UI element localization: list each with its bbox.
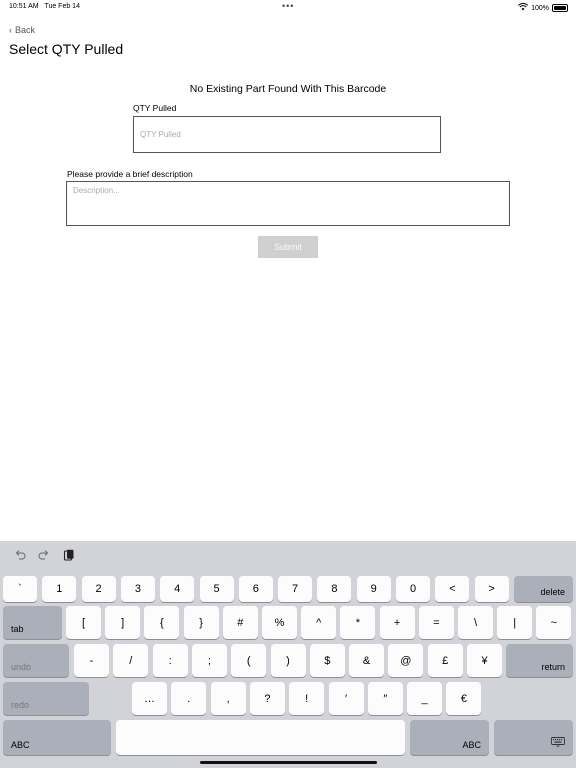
description-label: Please provide a brief description (67, 169, 193, 179)
abc-key-left[interactable]: ABC (3, 720, 111, 755)
key[interactable]: . (171, 682, 207, 715)
key[interactable]: 7 (278, 576, 313, 602)
status-right: 100% (518, 3, 568, 13)
key[interactable]: # (222, 606, 258, 639)
key[interactable]: : (152, 644, 188, 677)
key[interactable]: 2 (81, 576, 116, 602)
key[interactable]: ) (270, 644, 306, 677)
key[interactable]: 5 (199, 576, 234, 602)
key[interactable]: 6 (238, 576, 273, 602)
undo-key[interactable]: undo (3, 644, 69, 677)
key[interactable]: ¥ (467, 644, 502, 677)
wifi-icon (518, 3, 529, 13)
key[interactable]: $ (309, 644, 345, 677)
key[interactable]: ~ (536, 606, 572, 639)
key[interactable]: ? (249, 682, 285, 715)
key[interactable]: ; (191, 644, 227, 677)
redo-key[interactable]: redo (3, 682, 89, 715)
paste-icon[interactable] (63, 549, 75, 565)
status-bar: 10:51 AM Tue Feb 14 ••• 100% (0, 0, 576, 14)
description-input[interactable]: Description... (66, 181, 510, 226)
form-heading: No Existing Part Found With This Barcode (189, 83, 387, 95)
battery-percent: 100% (531, 4, 549, 12)
key[interactable]: < (435, 576, 470, 602)
key[interactable]: 8 (317, 576, 352, 602)
redo-icon[interactable] (38, 549, 50, 563)
key[interactable]: 1 (42, 576, 77, 602)
back-button[interactable]: ‹ Back (9, 25, 35, 35)
return-key[interactable]: return (506, 644, 573, 677)
key[interactable]: = (418, 606, 454, 639)
delete-key[interactable]: delete (514, 576, 573, 602)
key[interactable]: > (474, 576, 509, 602)
key[interactable]: … (132, 682, 167, 715)
battery-icon (552, 4, 568, 12)
abc-key-right[interactable]: ABC (410, 720, 489, 755)
keyboard: ` 1 2 3 4 5 6 7 8 9 0 < > delete tab []{} #% ^ * + = \ | ~ u… (0, 541, 576, 768)
key[interactable]: ( (231, 644, 267, 677)
page-title: Select QTY Pulled (9, 41, 124, 57)
keyboard-hide-icon (551, 737, 565, 750)
status-time: 10:51 AM Tue Feb 14 (9, 3, 80, 10)
key[interactable]: 3 (120, 576, 155, 602)
key[interactable]: 9 (356, 576, 391, 602)
key[interactable]: 0 (396, 576, 430, 602)
tab-key[interactable]: tab (3, 606, 62, 639)
keyboard-dismiss-key[interactable] (494, 720, 573, 755)
key[interactable]: } (183, 606, 219, 639)
key[interactable]: | (497, 606, 533, 639)
key[interactable]: [ (66, 606, 101, 639)
key[interactable]: @ (388, 644, 424, 677)
chevron-left-icon: ‹ (9, 25, 12, 35)
home-indicator[interactable] (200, 761, 377, 764)
key[interactable]: ″ (367, 682, 403, 715)
key[interactable]: ^ (301, 606, 337, 639)
qty-label: QTY Pulled (133, 103, 177, 113)
key[interactable]: \ (458, 606, 493, 639)
qty-input[interactable]: QTY Pulled (133, 116, 441, 153)
description-placeholder: Description... (73, 186, 120, 195)
key[interactable]: - (74, 644, 109, 677)
key[interactable]: ] (105, 606, 141, 639)
key[interactable]: { (144, 606, 180, 639)
key[interactable]: % (262, 606, 297, 639)
qty-placeholder: QTY Pulled (140, 130, 181, 139)
key[interactable]: ! (289, 682, 325, 715)
key[interactable]: , (210, 682, 246, 715)
multitasking-dots[interactable]: ••• (282, 1, 294, 11)
back-label: Back (15, 25, 36, 35)
key[interactable]: ′ (328, 682, 364, 715)
key[interactable]: _ (407, 682, 443, 715)
key[interactable]: £ (427, 644, 463, 677)
undo-icon[interactable] (14, 549, 26, 563)
key[interactable]: / (113, 644, 149, 677)
key[interactable]: € (446, 682, 482, 715)
key[interactable]: * (340, 606, 376, 639)
key[interactable]: & (349, 644, 385, 677)
submit-button[interactable]: Submit (258, 236, 318, 258)
keyboard-toolbar (0, 541, 576, 571)
space-bar[interactable] (116, 720, 405, 755)
key[interactable]: 4 (160, 576, 195, 602)
key[interactable]: ` (3, 576, 37, 602)
key[interactable]: + (379, 606, 415, 639)
